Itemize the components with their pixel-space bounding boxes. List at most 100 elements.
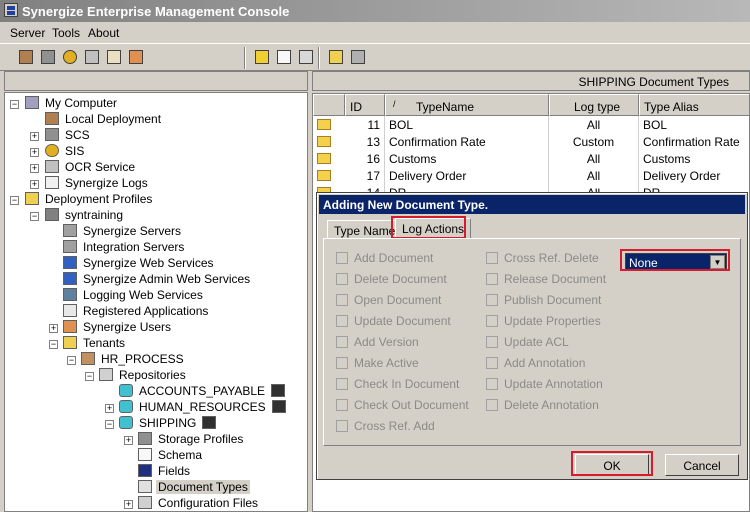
- checkbox-check-in-document[interactable]: Check In Document: [336, 377, 459, 393]
- cell-typename: Delivery Order: [385, 167, 549, 184]
- cell-type-alias: Customs: [639, 150, 749, 167]
- expand-toggle[interactable]: +: [124, 436, 133, 445]
- checkbox-delete-annotation[interactable]: Delete Annotation: [486, 398, 599, 414]
- checkbox-cross-ref-add[interactable]: Cross Ref. Add: [336, 419, 435, 435]
- list-header: SHIPPING Document Types: [312, 71, 750, 91]
- checkbox-make-active[interactable]: Make Active: [336, 356, 419, 372]
- col-header-type-alias[interactable]: Type Alias: [639, 94, 749, 116]
- users-icon[interactable]: [126, 48, 146, 67]
- menu-about[interactable]: About: [88, 26, 119, 40]
- network-icon[interactable]: [38, 48, 58, 67]
- collapse-toggle[interactable]: −: [30, 212, 39, 221]
- expand-toggle[interactable]: +: [30, 132, 39, 141]
- checkbox-update-properties[interactable]: Update Properties: [486, 314, 601, 330]
- checkbox-cross-ref-delete[interactable]: Cross Ref. Delete: [486, 251, 599, 267]
- schema-icon: [138, 448, 152, 461]
- menu-server[interactable]: Server: [10, 26, 45, 40]
- cancel-button[interactable]: Cancel: [665, 454, 739, 476]
- tree-node-synergize-web-services[interactable]: Synergize Web Services: [63, 256, 216, 272]
- users-icon: [63, 320, 77, 333]
- checkbox-update-annotation[interactable]: Update Annotation: [486, 377, 603, 393]
- cell-typename: BOL: [385, 116, 549, 133]
- tree-node-admin-web-services[interactable]: Synergize Admin Web Services: [63, 272, 252, 288]
- properties-icon[interactable]: [296, 48, 316, 67]
- tree-node-storage-profiles[interactable]: Storage Profiles: [138, 432, 245, 448]
- tree-node-synergize-logs[interactable]: Synergize Logs: [45, 176, 150, 192]
- checkbox-delete-document[interactable]: Delete Document: [336, 272, 447, 288]
- database-icon: [119, 416, 133, 429]
- traffic-light-icon: [271, 384, 286, 397]
- tab-log-actions[interactable]: Log Actions: [395, 218, 472, 239]
- tree-node-configuration-files[interactable]: Configuration Files: [138, 496, 260, 511]
- server-icon: [63, 224, 77, 237]
- tree-node-deployment-profiles[interactable]: Deployment Profiles: [25, 192, 154, 208]
- sort-arrow-icon: /: [393, 99, 396, 109]
- col-header-icon[interactable]: [313, 94, 345, 116]
- tree-node-repositories[interactable]: Repositories: [99, 368, 188, 384]
- tree-node-logging-web-services[interactable]: Logging Web Services: [63, 288, 205, 304]
- checkbox-update-acl[interactable]: Update ACL: [486, 335, 569, 351]
- expand-toggle[interactable]: +: [30, 164, 39, 173]
- ok-button[interactable]: OK: [575, 454, 649, 476]
- collapse-toggle[interactable]: −: [10, 196, 19, 205]
- tree-node-accounts-payable[interactable]: ACCOUNTS_PAYABLE: [119, 384, 289, 400]
- globe-icon: [63, 272, 77, 285]
- database-icon: [119, 384, 133, 397]
- tree-node-syntraining[interactable]: syntraining: [45, 208, 125, 224]
- col-header-id[interactable]: ID: [345, 94, 385, 116]
- collapse-toggle[interactable]: −: [67, 356, 76, 365]
- globe-icon: [63, 256, 77, 269]
- checkbox-open-document[interactable]: Open Document: [336, 293, 441, 309]
- collapse-toggle[interactable]: −: [49, 340, 58, 349]
- tab-type-name[interactable]: Type Name: [327, 220, 403, 239]
- tree-node-schema[interactable]: Schema: [138, 448, 204, 464]
- document-icon[interactable]: [274, 48, 294, 67]
- chevron-down-icon[interactable]: ▼: [710, 255, 725, 269]
- collapse-toggle[interactable]: −: [105, 420, 114, 429]
- checkbox-publish-document[interactable]: Publish Document: [486, 293, 601, 309]
- checkbox-add-document[interactable]: Add Document: [336, 251, 433, 267]
- collapse-toggle[interactable]: −: [85, 372, 94, 381]
- checkbox-check-out-document[interactable]: Check Out Document: [336, 398, 469, 414]
- cell-log-type: All: [549, 150, 639, 167]
- expand-toggle[interactable]: +: [105, 404, 114, 413]
- tree-node-integration-servers[interactable]: Integration Servers: [63, 240, 186, 256]
- tree-icon[interactable]: [348, 48, 368, 67]
- globe-icon[interactable]: [60, 48, 80, 67]
- expand-toggle[interactable]: +: [49, 324, 58, 333]
- edit-icon[interactable]: [104, 48, 124, 67]
- expand-toggle[interactable]: +: [124, 500, 133, 509]
- tree-node-synergize-users[interactable]: Synergize Users: [63, 320, 173, 336]
- tree-node-fields[interactable]: Fields: [138, 464, 192, 480]
- tree-node-tenants[interactable]: Tenants: [63, 336, 127, 352]
- folder-icon[interactable]: [326, 48, 346, 67]
- checkbox-release-document[interactable]: Release Document: [486, 272, 606, 288]
- book-icon[interactable]: [82, 48, 102, 67]
- tree-node-human-resources[interactable]: HUMAN_RESOURCES: [119, 400, 290, 416]
- tree-node-scs[interactable]: SCS: [45, 128, 92, 144]
- server-icon: [63, 240, 77, 253]
- tree-node-hr-process[interactable]: HR_PROCESS: [81, 352, 186, 368]
- tree-node-ocr-service[interactable]: OCR Service: [45, 160, 137, 176]
- tree-node-my-computer[interactable]: My Computer: [25, 96, 119, 112]
- tree-node-registered-applications[interactable]: Registered Applications: [63, 304, 210, 320]
- expand-toggle[interactable]: +: [30, 180, 39, 189]
- folder-icon: [63, 336, 77, 349]
- star-icon[interactable]: [252, 48, 272, 67]
- tree-node-local-deployment[interactable]: Local Deployment: [45, 112, 163, 128]
- col-header-typename[interactable]: TypeName: [385, 94, 549, 116]
- checkbox-update-document[interactable]: Update Document: [336, 314, 451, 330]
- tree-node-document-types[interactable]: Document Types: [138, 480, 250, 496]
- tree-node-shipping[interactable]: SHIPPING: [119, 416, 220, 432]
- tree-node-synergize-servers[interactable]: Synergize Servers: [63, 224, 183, 240]
- checkbox-add-annotation[interactable]: Add Annotation: [486, 356, 585, 372]
- checkbox-add-version[interactable]: Add Version: [336, 335, 419, 351]
- log-type-dropdown[interactable]: None ▼: [625, 253, 727, 271]
- menu-tools[interactable]: Tools: [52, 26, 80, 40]
- deploy-icon[interactable]: [16, 48, 36, 67]
- tree-node-sis[interactable]: SIS: [45, 144, 86, 160]
- col-header-log-type[interactable]: Log type: [549, 94, 639, 116]
- expand-toggle[interactable]: +: [30, 148, 39, 157]
- collapse-toggle[interactable]: −: [10, 100, 19, 109]
- navigation-tree[interactable]: − My Computer Local Deployment + SCS + S…: [4, 92, 308, 512]
